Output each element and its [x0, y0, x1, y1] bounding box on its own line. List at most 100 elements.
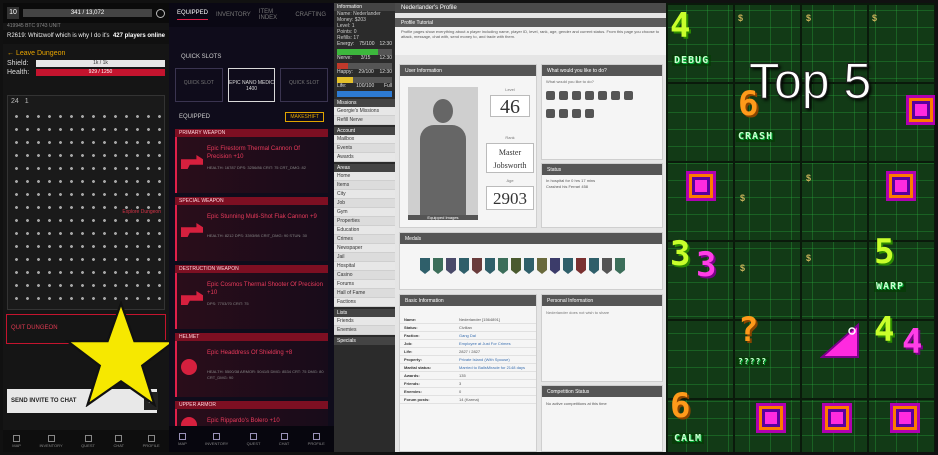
quick-slot-3[interactable]: QUICK SLOT	[280, 68, 329, 102]
display-icon[interactable]	[572, 109, 581, 118]
action-icons	[542, 87, 662, 127]
medal-icon[interactable]	[615, 258, 625, 274]
equipped-item[interactable]: Epic Headdress Of Shielding +8 HEALTH: 55…	[175, 341, 328, 397]
target-tile[interactable]	[906, 95, 935, 125]
nav-chat[interactable]: CHAT	[113, 434, 124, 448]
sidebar-item[interactable]: Georgie's Missions	[334, 107, 395, 116]
bounty-icon[interactable]	[598, 91, 607, 100]
chat-ticker[interactable]: R2619: Whitzwolf which is why I do it's …	[3, 30, 169, 44]
medal-icon[interactable]	[602, 258, 612, 274]
medal-icon[interactable]	[498, 258, 508, 274]
medal-icon[interactable]	[537, 258, 547, 274]
chat-icon[interactable]	[624, 91, 633, 100]
target-tile[interactable]	[886, 171, 916, 201]
nav-profile[interactable]: PROFILE	[143, 434, 160, 448]
nav-profile[interactable]: PROFILE	[308, 432, 325, 446]
sidebar-item[interactable]: Forums	[334, 280, 395, 289]
sidebar-item[interactable]: Friends	[334, 317, 395, 326]
avatar	[408, 87, 478, 215]
sidebar-item[interactable]: Awards	[334, 153, 395, 162]
friend-icon[interactable]	[559, 109, 568, 118]
sidebar-item[interactable]: Crimes	[334, 235, 395, 244]
helmet-icon	[181, 359, 197, 375]
medal-icon[interactable]	[472, 258, 482, 274]
sidebar-item[interactable]: Factions	[334, 298, 395, 307]
nav-quest[interactable]: QUEST	[81, 434, 95, 448]
tile-label-calm: CALM	[672, 433, 705, 444]
equipped-item[interactable]: Epic Firestorm Thermal Cannon Of Precisi…	[175, 137, 328, 193]
sidebar-item[interactable]: Gym	[334, 208, 395, 217]
stat-bars: Energy: 75/100 12:30 Nerve: 3/15 12:30 Happy: 2…	[334, 41, 395, 97]
nav-chat[interactable]: CHAT	[279, 432, 289, 446]
leave-dungeon-link[interactable]: ← Leave Dungeon	[3, 44, 169, 59]
nav-inventory[interactable]: INVENTORY	[39, 434, 63, 448]
quick-slot-1[interactable]: QUICK SLOT	[175, 68, 223, 102]
target-tile[interactable]	[756, 403, 786, 433]
tab-crafting[interactable]: CRAFTING	[295, 12, 326, 18]
gear-icon[interactable]	[156, 8, 165, 18]
report-icon[interactable]	[611, 91, 620, 100]
attack-icon[interactable]	[546, 91, 555, 100]
sidebar-item[interactable]: Mailbox	[334, 135, 395, 144]
sidebar-item[interactable]: Refill Nerve	[334, 116, 395, 125]
tab-item-index[interactable]: ITEM INDEX	[259, 9, 288, 21]
bar-label: Life: 100/100 Full	[337, 83, 392, 89]
trade-icon[interactable]	[585, 91, 594, 100]
dungeon-map[interactable]: 24 1 Explore Dungeon	[7, 95, 165, 310]
leave-label: Leave Dungeon	[15, 50, 66, 57]
sidebar-item[interactable]: Casino	[334, 271, 395, 280]
target-tile[interactable]	[890, 403, 920, 433]
status-text: In hospital for 0 hrs 17 mins Crashed his…	[546, 178, 596, 189]
medal-icon[interactable]	[511, 258, 521, 274]
equipped-item[interactable]: Epic Cosmos Thermal Shooter Of Precision…	[175, 273, 328, 329]
target-tile[interactable]	[822, 403, 852, 433]
money-icon[interactable]	[572, 91, 581, 100]
target-tile[interactable]	[686, 171, 716, 201]
medal-icon[interactable]	[433, 258, 443, 274]
sidebar-item[interactable]: Education	[334, 226, 395, 235]
message-icon[interactable]	[559, 91, 568, 100]
bazaar-icon[interactable]	[546, 109, 555, 118]
medal-icon[interactable]	[420, 258, 430, 274]
triangle-tile-icon[interactable]	[820, 323, 860, 359]
sidebar-item[interactable]: Hall of Fame	[334, 289, 395, 298]
sidebar-item[interactable]: Properties	[334, 217, 395, 226]
enemy-icon[interactable]	[585, 109, 594, 118]
map-tiles[interactable]	[11, 110, 161, 306]
medal-icon[interactable]	[589, 258, 599, 274]
explore-label[interactable]: Explore Dungeon	[122, 209, 161, 215]
actions-subtitle: What would you like to do?	[546, 79, 594, 84]
sidebar-item[interactable]: Items	[334, 181, 395, 190]
medal-icon[interactable]	[550, 258, 560, 274]
medal-icon[interactable]	[446, 258, 456, 274]
sidebar-item[interactable]: Enemies	[334, 326, 395, 335]
tutorial-bar[interactable]: Profile Tutorial	[395, 18, 666, 27]
equipped-item[interactable]: Epic Stunning Multi-Shot Flak Cannon +9 H…	[175, 205, 328, 261]
quick-slot-medic[interactable]: EPIC NANO MEDIC 1400	[227, 68, 276, 102]
equipped-images-label[interactable]: Equipped Images	[408, 215, 478, 220]
makeshift-button[interactable]: MAKESHIFT	[285, 112, 324, 122]
sidebar-item[interactable]: Hospital	[334, 262, 395, 271]
sidebar-item[interactable]: Job	[334, 199, 395, 208]
medal-icon[interactable]	[485, 258, 495, 274]
medal-icon[interactable]	[459, 258, 469, 274]
tile-number: 5	[874, 232, 895, 272]
medal-icon[interactable]	[563, 258, 573, 274]
nav-quest[interactable]: QUEST	[247, 432, 260, 446]
sidebar-item[interactable]: Newspaper	[334, 244, 395, 253]
sidebar-item[interactable]: Jail	[334, 253, 395, 262]
nav-map[interactable]: MAP	[178, 432, 187, 446]
nav-map[interactable]: MAP	[12, 434, 21, 448]
lists-heading: Lists	[334, 309, 395, 317]
medal-icon[interactable]	[524, 258, 534, 274]
sidebar-item[interactable]: Events	[334, 144, 395, 153]
tile-number: 6	[670, 386, 691, 426]
nav-inventory[interactable]: INVENTORY	[205, 432, 228, 446]
sidebar-item[interactable]: Home	[334, 172, 395, 181]
bar-label: Energy: 75/100 12:30	[337, 41, 392, 47]
sidebar-item[interactable]: City	[334, 190, 395, 199]
top-bar: 10 341 / 13,072	[3, 3, 169, 23]
medal-icon[interactable]	[576, 258, 586, 274]
tab-inventory[interactable]: INVENTORY	[216, 12, 251, 18]
tab-equipped[interactable]: EQUIPPED	[177, 10, 209, 20]
